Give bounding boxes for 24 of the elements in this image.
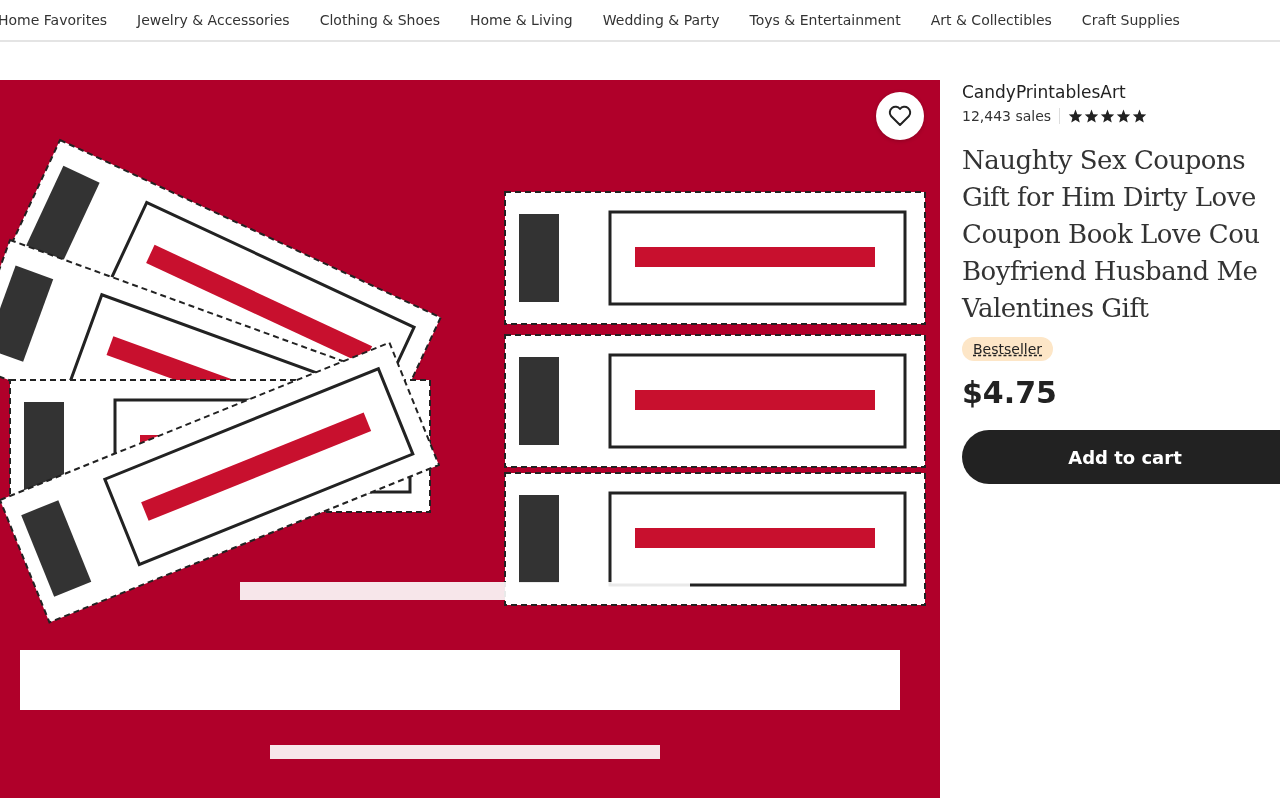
star-icon — [1068, 109, 1084, 123]
star-icon — [1100, 109, 1116, 123]
star-icon — [1132, 109, 1148, 123]
category-link[interactable]: Toys & Entertainment — [749, 12, 901, 28]
star-icon — [1116, 109, 1132, 123]
category-link[interactable]: Jewelry & Accessories — [137, 12, 290, 28]
heart-icon — [888, 105, 912, 127]
category-link[interactable]: Home & Living — [469, 12, 573, 28]
listing-title-line: Boyfriend Husband Me — [962, 255, 1259, 288]
sales-count: 12,443 sales — [962, 108, 1052, 124]
listing-title-line: Valentines Gift — [962, 292, 1150, 325]
shop-name-link[interactable]: CandyPrintablesArt — [962, 82, 1126, 102]
category-link[interactable]: Home Favorites — [0, 12, 108, 28]
price: $4.75 — [962, 375, 1057, 410]
listing-title-line: Coupon Book Love Cou — [962, 218, 1260, 251]
category-link[interactable]: Wedding & Party — [602, 12, 720, 28]
listing-title-line: Gift for Him Dirty Love — [962, 181, 1257, 214]
category-link[interactable]: Art & Collectibles — [930, 12, 1052, 28]
star-icon — [1084, 109, 1100, 123]
add-to-cart-button[interactable]: Add to cart — [962, 430, 1280, 484]
bestseller-badge: Bestseller — [962, 337, 1054, 361]
listing-title-line: Naughty Sex Coupons — [962, 144, 1247, 177]
category-link[interactable]: Clothing & Shoes — [319, 12, 440, 28]
category-link[interactable]: Craft Supplies — [1081, 12, 1180, 28]
